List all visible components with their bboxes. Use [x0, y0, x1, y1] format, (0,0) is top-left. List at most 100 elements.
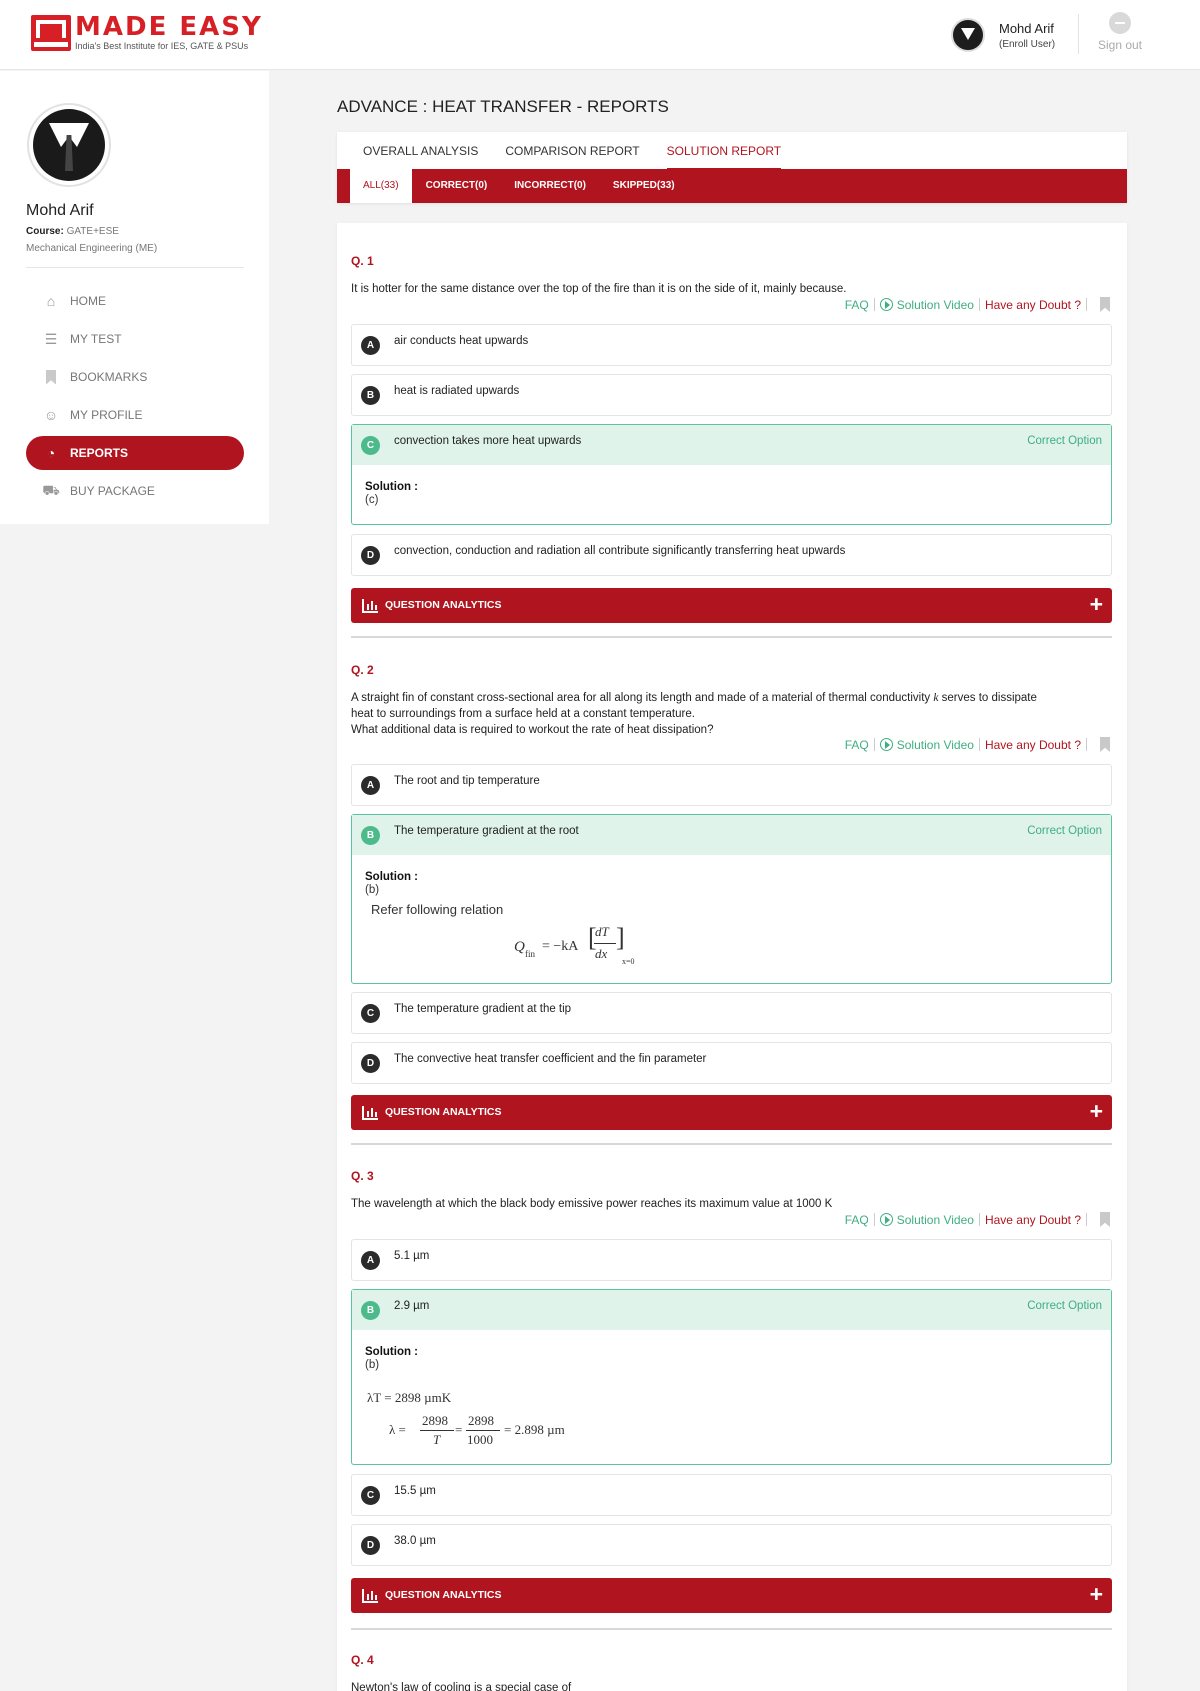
header-divider: [1078, 14, 1079, 54]
question-analytics-toggle[interactable]: QUESTION ANALYTICS +: [351, 1095, 1112, 1130]
report-tabs-card: OVERALL ANALYSIS COMPARISON REPORT SOLUT…: [337, 132, 1127, 203]
option-text: air conducts heat upwards: [394, 335, 529, 347]
option-text: convection, conduction and radiation all…: [394, 545, 846, 557]
solution-video-link[interactable]: Solution Video: [879, 1213, 974, 1227]
made-easy-logo[interactable]: MADE EASY India's Best Institute for IES…: [31, 14, 263, 51]
solution-title: Solution :: [365, 481, 419, 493]
question-divider: [351, 1143, 1112, 1145]
option-d: Dconvection, conduction and radiation al…: [351, 534, 1112, 576]
user-role: (Enroll User): [999, 38, 1056, 50]
solution-content: Q. 1 It is hotter for the same distance …: [337, 223, 1127, 1691]
question-actions: FAQ Solution Video Have any Doubt ?: [845, 297, 1110, 312]
test-icon: ☰: [44, 330, 58, 347]
option-b-correct: B The temperature gradient at the root Cor…: [351, 814, 1112, 984]
solution-video-link[interactable]: Solution Video: [879, 298, 974, 312]
report-tabs: OVERALL ANALYSIS COMPARISON REPORT SOLUT…: [363, 144, 808, 169]
question-text: Newton's law of cooling is a special cas…: [351, 1682, 572, 1691]
sidebar-nav: ⌂ HOME ☰ MY TEST BOOKMARKS ☺ MY PROFILE ◔ RE…: [26, 284, 244, 512]
sidebar-item-reports[interactable]: ◔ REPORTS: [26, 436, 244, 470]
filter-tab-all[interactable]: ALL(33): [350, 169, 412, 203]
user-menu[interactable]: Mohd Arif (Enroll User): [951, 18, 1055, 52]
play-icon: [879, 1213, 893, 1226]
faq-link[interactable]: FAQ: [845, 738, 869, 752]
question-actions: FAQ Solution Video Have any Doubt ?: [845, 737, 1110, 752]
option-letter: A: [361, 776, 380, 795]
option-b: Bheat is radiated upwards: [351, 374, 1112, 416]
solution-title: Solution :: [365, 871, 419, 883]
user-icon: ☺: [43, 407, 59, 423]
user-name: Mohd Arif: [999, 20, 1054, 36]
filter-tab-correct[interactable]: CORRECT(0): [413, 169, 501, 203]
option-text: The temperature gradient at the tip: [394, 1003, 572, 1015]
doubt-link[interactable]: Have any Doubt ?: [985, 738, 1081, 752]
option-a: A 5.1 µm: [351, 1239, 1112, 1281]
faq-link[interactable]: FAQ: [845, 1213, 869, 1227]
filter-tab-incorrect[interactable]: INCORRECT(0): [501, 169, 599, 203]
solution-block: Solution : (b): [352, 1330, 1111, 1371]
correct-option-tag: Correct Option: [1027, 825, 1102, 837]
analytics-label: QUESTION ANALYTICS: [385, 1106, 502, 1118]
bookmark-icon[interactable]: [1100, 297, 1110, 312]
logo-title: MADE EASY: [75, 12, 263, 42]
tab-solution-report[interactable]: SOLUTION REPORT: [666, 144, 782, 169]
bar-chart-icon: [362, 599, 378, 613]
question-text: A straight fin of constant cross-section…: [351, 692, 1037, 736]
sidebar-item-buy-package[interactable]: ⛟ BUY PACKAGE: [26, 474, 244, 508]
option-letter: C: [361, 436, 380, 455]
option-c: C The temperature gradient at the tip: [351, 992, 1112, 1034]
doubt-link[interactable]: Have any Doubt ?: [985, 298, 1081, 312]
analytics-label: QUESTION ANALYTICS: [385, 599, 502, 611]
option-letter: D: [361, 1054, 380, 1073]
sidebar-item-home[interactable]: ⌂ HOME: [26, 284, 244, 318]
question-analytics-toggle[interactable]: QUESTION ANALYTICS +: [351, 1578, 1112, 1613]
option-text: 2.9 µm: [394, 1300, 430, 1312]
option-text: The root and tip temperature: [394, 775, 540, 787]
home-icon: ⌂: [46, 293, 56, 309]
question-text: It is hotter for the same distance over …: [351, 283, 847, 295]
analytics-label: QUESTION ANALYTICS: [385, 1589, 502, 1601]
profile-course: Course: GATE+ESE: [26, 226, 119, 237]
question-actions: FAQ Solution Video Have any Doubt ?: [845, 1212, 1110, 1227]
profile-name: Mohd Arif: [26, 202, 94, 219]
avatar: [951, 18, 985, 52]
option-c-correct: Cconvection takes more heat upwards Corre…: [351, 424, 1112, 525]
expand-plus-icon: +: [1089, 1098, 1103, 1124]
option-text: 38.0 µm: [394, 1535, 436, 1547]
option-text: heat is radiated upwards: [394, 385, 520, 397]
sidebar-item-my-test[interactable]: ☰ MY TEST: [26, 322, 244, 356]
bookmark-icon[interactable]: [1100, 1212, 1110, 1227]
sidebar-item-bookmarks[interactable]: BOOKMARKS: [26, 360, 244, 394]
bar-chart-icon: [362, 1106, 378, 1120]
sidebar-item-my-profile[interactable]: ☺ MY PROFILE: [26, 398, 244, 432]
question-analytics-toggle[interactable]: QUESTION ANALYTICS +: [351, 588, 1112, 623]
bookmark-icon: [42, 368, 60, 386]
tab-overall-analysis[interactable]: OVERALL ANALYSIS: [363, 144, 478, 169]
faq-link[interactable]: FAQ: [845, 298, 869, 312]
pie-chart-icon: ◔: [46, 445, 56, 461]
option-text: The temperature gradient at the root: [394, 825, 579, 837]
correct-option-tag: Correct Option: [1027, 1300, 1102, 1312]
option-letter: D: [361, 1536, 380, 1555]
sign-out-button[interactable]: Sign out: [1090, 12, 1150, 52]
question-text: The wavelength at which the black body e…: [351, 1198, 833, 1210]
doubt-link[interactable]: Have any Doubt ?: [985, 1213, 1081, 1227]
correct-option-tag: Correct Option: [1027, 435, 1102, 447]
filter-tab-skipped[interactable]: SKIPPED(33): [600, 169, 688, 203]
solution-answer: (b): [365, 1359, 380, 1371]
solution-note: Refer following relation: [371, 902, 504, 917]
tab-comparison-report[interactable]: COMPARISON REPORT: [505, 144, 639, 169]
play-icon: [879, 738, 893, 751]
option-a: Aair conducts heat upwards: [351, 324, 1112, 366]
option-letter: B: [361, 386, 380, 405]
option-b-correct: B 2.9 µm Correct Option Solution : (b) λT …: [351, 1289, 1112, 1465]
option-letter: C: [361, 1486, 380, 1505]
option-text: The convective heat transfer coefficient…: [394, 1053, 707, 1065]
solution-video-link[interactable]: Solution Video: [879, 738, 974, 752]
logo-mark-icon: [31, 14, 71, 51]
bookmark-icon[interactable]: [1100, 737, 1110, 752]
play-icon: [879, 298, 893, 311]
solution-answer: (c): [365, 494, 379, 506]
page-title: ADVANCE : HEAT TRANSFER - REPORTS: [337, 97, 669, 116]
filter-tabs: ALL(33) CORRECT(0) INCORRECT(0) SKIPPED(…: [337, 169, 1127, 203]
option-text: convection takes more heat upwards: [394, 435, 582, 447]
